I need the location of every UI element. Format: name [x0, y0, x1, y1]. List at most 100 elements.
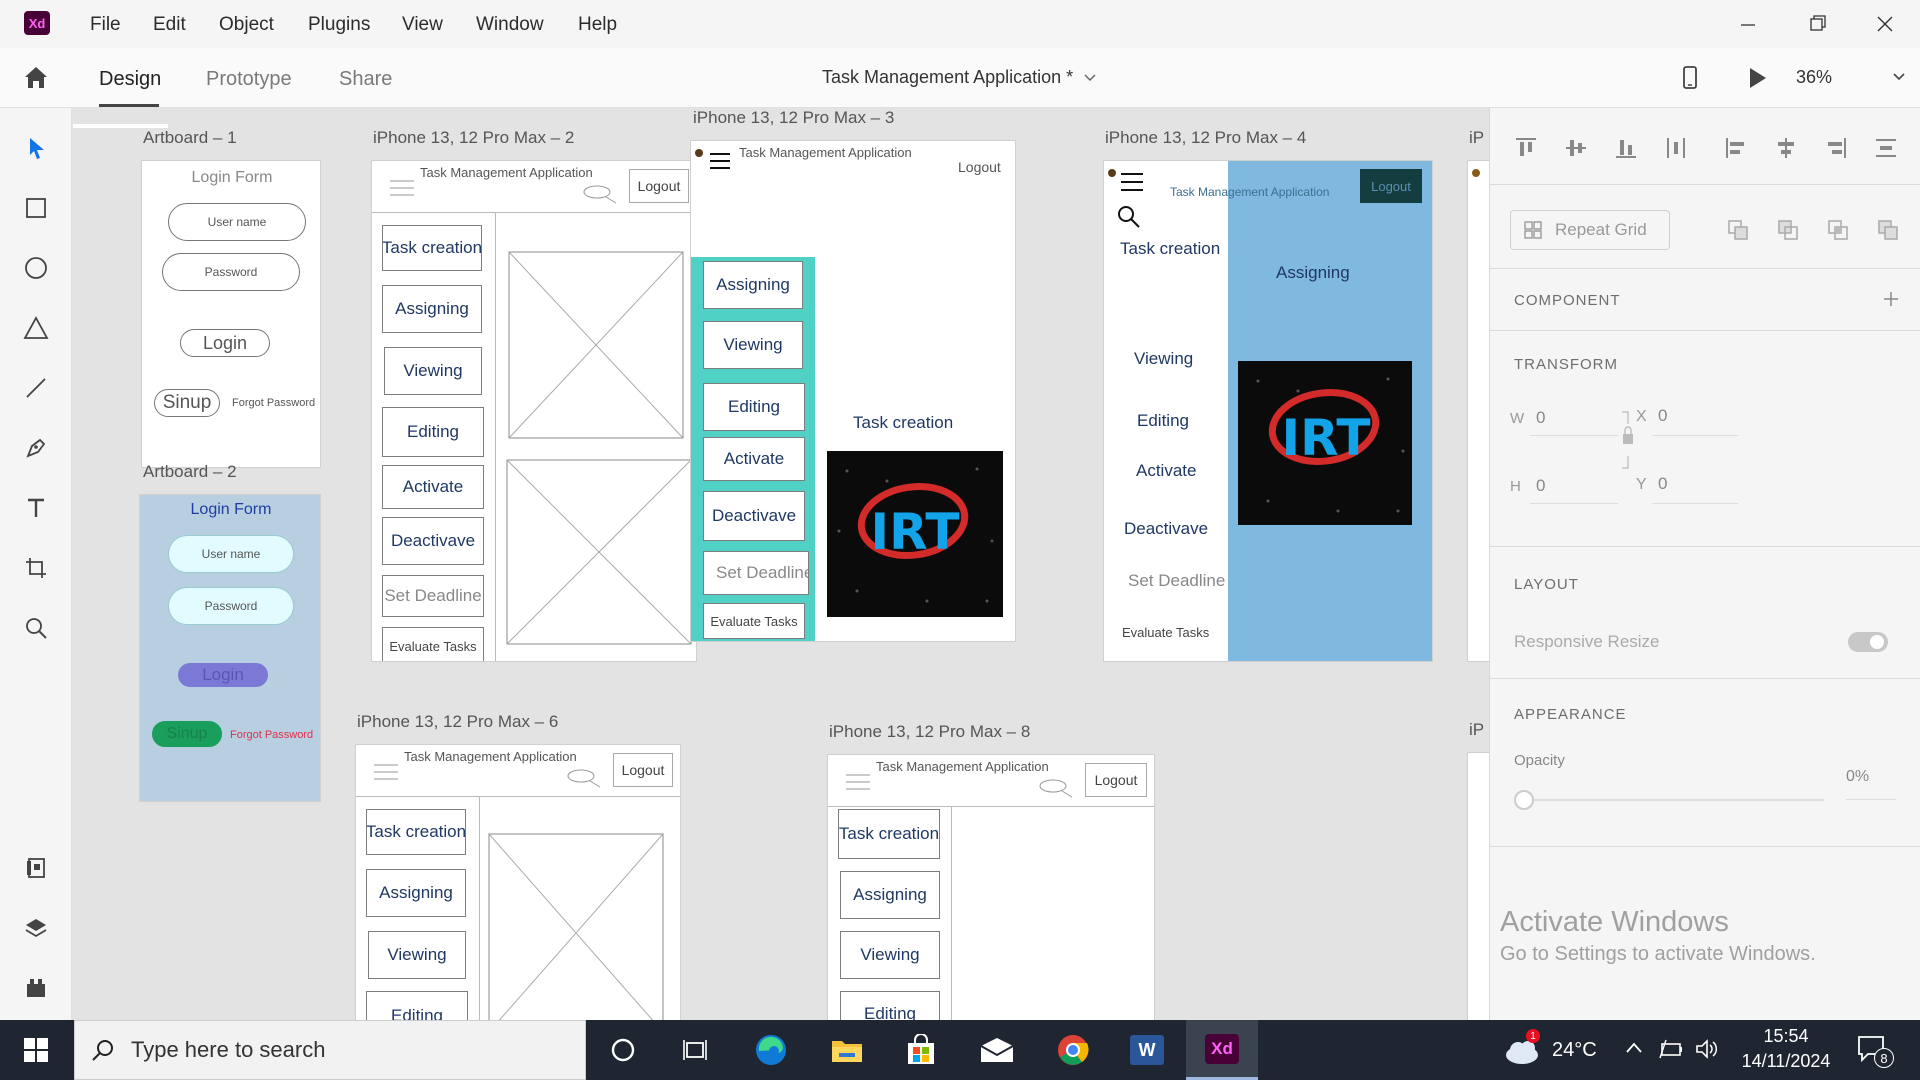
- task-view-icon[interactable]: [673, 1030, 717, 1070]
- xd-logo[interactable]: Xd: [24, 11, 50, 35]
- boolean-add-icon[interactable]: [1726, 218, 1750, 242]
- line-tool-icon[interactable]: [20, 372, 52, 404]
- zoom-tool-icon[interactable]: [20, 612, 52, 644]
- microsoft-store-icon[interactable]: [899, 1030, 943, 1070]
- iphone-2-label[interactable]: iPhone 13, 12 Pro Max – 2: [373, 128, 574, 148]
- zoom-selector[interactable]: 36%: [1796, 62, 1906, 92]
- opacity-value-input[interactable]: 0%: [1846, 768, 1896, 800]
- height-label: H: [1510, 478, 1521, 495]
- iphone-partial-label[interactable]: iP: [1469, 128, 1484, 148]
- menu-object[interactable]: Object: [219, 14, 274, 36]
- menu-evaluate-tasks: Evaluate Tasks: [703, 603, 805, 639]
- iphone-8-label[interactable]: iPhone 13, 12 Pro Max – 8: [829, 722, 1030, 742]
- align-center-icon[interactable]: [1774, 136, 1798, 160]
- taskbar-search-box[interactable]: Type here to search: [74, 1020, 586, 1080]
- align-middle-icon[interactable]: [1564, 136, 1588, 160]
- iphone-partial-artboard[interactable]: [1467, 160, 1489, 662]
- notification-center-icon[interactable]: 8: [1856, 1034, 1896, 1068]
- artboard-1[interactable]: Login Form User name Password Login Sinu…: [141, 160, 321, 468]
- distribute-horizontal-icon[interactable]: [1874, 136, 1898, 160]
- activate-windows-watermark: Activate Windows Go to Settings to activ…: [1500, 906, 1816, 966]
- menu-help[interactable]: Help: [578, 14, 617, 36]
- cortana-icon[interactable]: [601, 1030, 645, 1070]
- iphone-2-artboard[interactable]: Task Management Application Logout Task …: [371, 160, 697, 662]
- search-icon: [582, 183, 618, 205]
- select-tool-icon[interactable]: [20, 132, 52, 164]
- menu-task-creation: Task creation: [366, 809, 466, 855]
- mail-icon[interactable]: [975, 1030, 1019, 1070]
- iphone-partial-artboard-2[interactable]: [1467, 752, 1489, 1020]
- tab-design[interactable]: Design: [99, 68, 161, 91]
- align-bottom-icon[interactable]: [1614, 136, 1638, 160]
- opacity-slider[interactable]: [1514, 790, 1834, 810]
- show-hidden-icons[interactable]: [1624, 1040, 1644, 1056]
- app-header-title: Task Management Application: [1170, 185, 1330, 199]
- menu-edit[interactable]: Edit: [153, 14, 186, 36]
- rectangle-tool-icon[interactable]: [20, 192, 52, 224]
- y-input[interactable]: 0: [1652, 470, 1738, 504]
- menu-plugins[interactable]: Plugins: [308, 14, 370, 36]
- word-icon[interactable]: W: [1125, 1030, 1169, 1070]
- iphone-8-artboard[interactable]: Task Management Application Logout Task …: [827, 754, 1155, 1020]
- iphone-6-artboard[interactable]: Task Management Application Logout Task …: [355, 744, 681, 1020]
- x-input[interactable]: 0: [1652, 402, 1738, 436]
- opacity-slider-track: [1524, 799, 1824, 801]
- volume-icon[interactable]: [1694, 1038, 1720, 1060]
- height-input[interactable]: 0: [1530, 472, 1618, 504]
- lock-aspect-icon[interactable]: [1618, 408, 1638, 478]
- battery-network-icon[interactable]: [1658, 1038, 1684, 1060]
- menu-window[interactable]: Window: [476, 14, 544, 36]
- device-preview-icon[interactable]: [1678, 64, 1702, 92]
- align-left-icon[interactable]: [1724, 136, 1748, 160]
- windows-start-icon[interactable]: [14, 1030, 58, 1070]
- add-component-icon[interactable]: [1882, 290, 1900, 308]
- ellipse-tool-icon[interactable]: [20, 252, 52, 284]
- play-icon[interactable]: [1744, 64, 1770, 92]
- iphone-3-artboard[interactable]: Task Management Application Logout Assig…: [690, 140, 1016, 642]
- design-canvas[interactable]: Artboard – 1 Login Form User name Passwo…: [73, 108, 1489, 1020]
- tab-prototype[interactable]: Prototype: [206, 68, 292, 91]
- artboard-2[interactable]: Login Form User name Password Login Sinu…: [139, 494, 321, 802]
- boolean-subtract-icon[interactable]: [1776, 218, 1800, 242]
- tab-share[interactable]: Share: [339, 68, 392, 91]
- iphone-partial-label-2[interactable]: iP: [1469, 720, 1484, 740]
- distribute-vertical-icon[interactable]: [1664, 136, 1688, 160]
- restore-icon[interactable]: [1804, 14, 1830, 34]
- boolean-intersect-icon[interactable]: [1826, 218, 1850, 242]
- document-title[interactable]: Task Management Application *: [822, 67, 1097, 88]
- text-tool-icon[interactable]: [20, 492, 52, 524]
- repeat-grid-button[interactable]: Repeat Grid: [1510, 210, 1670, 250]
- opacity-slider-thumb[interactable]: [1514, 790, 1534, 810]
- minimize-icon[interactable]: [1735, 14, 1761, 34]
- file-explorer-icon[interactable]: [825, 1030, 869, 1070]
- layers-icon[interactable]: [20, 912, 52, 944]
- responsive-resize-toggle[interactable]: [1848, 632, 1888, 652]
- chrome-icon[interactable]: [1051, 1030, 1095, 1070]
- weather-widget[interactable]: 1 24°C: [1504, 1029, 1604, 1070]
- width-input[interactable]: 0: [1530, 404, 1618, 436]
- close-icon[interactable]: [1872, 12, 1898, 36]
- menu-file[interactable]: File: [90, 14, 121, 36]
- clock[interactable]: 15:54 14/11/2024: [1738, 1026, 1834, 1076]
- polygon-tool-icon[interactable]: [20, 312, 52, 344]
- iphone-4-label[interactable]: iPhone 13, 12 Pro Max – 4: [1105, 128, 1306, 148]
- cloud-icon: 1: [1504, 1029, 1542, 1065]
- iphone-3-label[interactable]: iPhone 13, 12 Pro Max – 3: [693, 108, 894, 128]
- xd-taskbar-item[interactable]: Xd: [1186, 1020, 1258, 1080]
- iphone-4-artboard[interactable]: Task Management Application Logout Task …: [1103, 160, 1433, 662]
- align-top-icon[interactable]: [1514, 136, 1538, 160]
- artboard-1-label[interactable]: Artboard – 1: [143, 128, 237, 148]
- menu-assigning: Assigning: [366, 869, 466, 917]
- align-right-icon[interactable]: [1824, 136, 1848, 160]
- assets-icon[interactable]: [20, 852, 52, 884]
- boolean-exclude-icon[interactable]: [1876, 218, 1900, 242]
- iphone-6-label[interactable]: iPhone 13, 12 Pro Max – 6: [357, 712, 558, 732]
- menu-view[interactable]: View: [402, 14, 443, 36]
- home-icon[interactable]: [22, 64, 50, 92]
- pen-tool-icon[interactable]: [20, 432, 52, 464]
- artboard-tool-icon[interactable]: [20, 552, 52, 584]
- edge-icon[interactable]: [749, 1030, 793, 1070]
- close-dot-icon: [1472, 169, 1480, 177]
- plugins-icon[interactable]: [20, 972, 52, 1004]
- artboard-2-label[interactable]: Artboard – 2: [143, 462, 237, 482]
